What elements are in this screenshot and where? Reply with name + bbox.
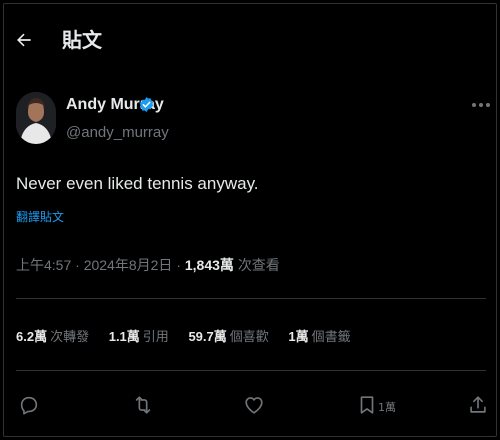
reply-icon[interactable]	[18, 394, 40, 416]
stat-value: 1萬	[288, 329, 309, 344]
like-icon[interactable]	[243, 394, 265, 416]
translate-post-link[interactable]: 翻譯貼文	[16, 208, 64, 225]
stat-value: 59.7萬	[188, 329, 227, 344]
stat-bookmarks[interactable]: 1萬 個書籤	[288, 326, 350, 345]
page-header: 貼文	[0, 0, 500, 70]
engagement-stats: 6.2萬 次轉發 1.1萬 引用 59.7萬 個喜歡 1萬 個書籤	[16, 326, 367, 345]
stat-label: 個喜歡	[229, 329, 269, 344]
divider	[16, 370, 486, 371]
tweet-time[interactable]: 上午4:57	[16, 257, 71, 273]
stat-quotes[interactable]: 1.1萬 引用	[109, 326, 169, 345]
bookmark-icon[interactable]	[356, 394, 378, 416]
verified-badge-icon	[139, 97, 154, 112]
retweet-icon[interactable]	[132, 394, 154, 416]
stat-value: 6.2萬	[16, 329, 48, 344]
views-count: 1,843萬	[184, 257, 234, 273]
stat-label: 次轉發	[50, 329, 90, 344]
tweet-date[interactable]: 2024年8月2日	[84, 257, 173, 273]
share-icon[interactable]	[467, 394, 489, 416]
meta-separator: ·	[176, 257, 181, 273]
divider	[16, 298, 486, 299]
author-handle[interactable]: @andy_murray	[66, 124, 169, 141]
back-arrow-icon[interactable]	[14, 30, 34, 50]
tweet-text: Never even liked tennis anyway.	[16, 174, 259, 193]
stat-label: 引用	[142, 329, 169, 344]
meta-separator: ·	[75, 257, 80, 273]
tweet-metadata: 上午4:57 · 2024年8月2日 · 1,843萬 次查看	[16, 255, 280, 275]
bookmark-count: 1萬	[378, 401, 396, 414]
views-label: 次查看	[237, 257, 280, 273]
stat-likes[interactable]: 59.7萬 個喜歡	[188, 326, 268, 345]
stat-value: 1.1萬	[108, 329, 140, 344]
stat-label: 個書籤	[311, 329, 351, 344]
stat-retweets[interactable]: 6.2萬 次轉發	[16, 326, 89, 345]
more-options-icon[interactable]	[470, 98, 492, 112]
page-title: 貼文	[62, 28, 102, 52]
avatar[interactable]	[16, 92, 56, 144]
